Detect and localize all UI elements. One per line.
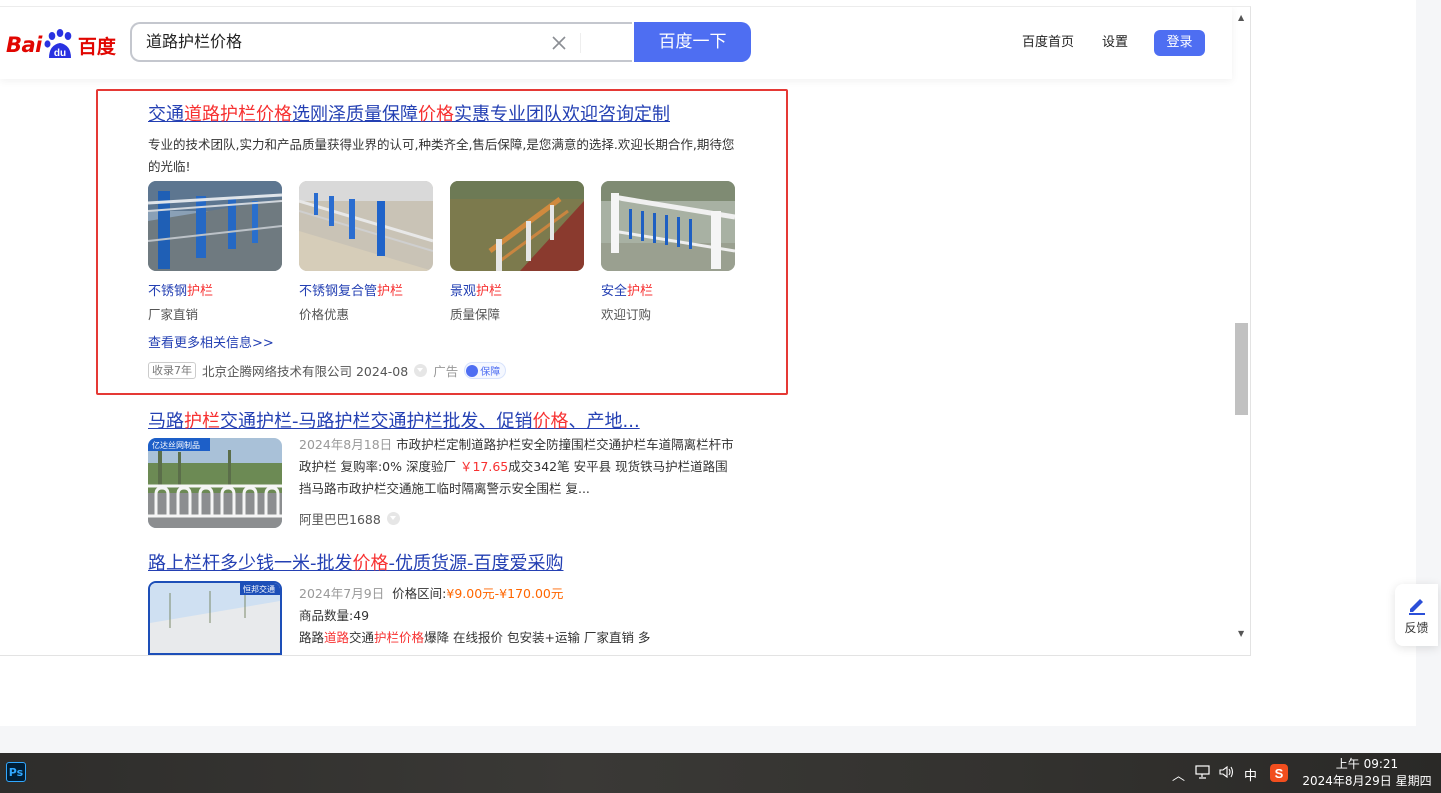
product-image-3[interactable]	[450, 181, 584, 271]
ad-description: 专业的技术团队,实力和产品质量获得业界的认可,种类齐全,售后保障,是您满意的选择…	[148, 137, 735, 174]
login-button[interactable]: 登录	[1154, 30, 1205, 56]
browser-page: Bai du 百度 道路护栏价格 百度一下 百度首页 设置 登录 交通道路护栏价…	[0, 0, 1438, 726]
svg-text:亿达丝网制品: 亿达丝网制品	[152, 440, 200, 450]
clear-icon[interactable]	[549, 33, 569, 53]
ad-result-title[interactable]: 交通道路护栏价格选刚泽质量保障价格实惠专业团队欢迎咨询定制	[148, 100, 670, 126]
ime-indicator[interactable]: 中	[1244, 765, 1257, 784]
search-results-frame: Bai du 百度 道路护栏价格 百度一下 百度首页 设置 登录 交通道路护栏价…	[0, 6, 1251, 656]
search-box: 道路护栏价格	[130, 22, 632, 62]
ad-label: 广告	[433, 364, 459, 379]
svg-text:S: S	[1275, 766, 1284, 781]
result-image-3[interactable]: 恒邦交通	[148, 581, 282, 655]
product-name-4[interactable]: 安全护栏	[601, 280, 653, 299]
logo-text-en: Bai	[6, 33, 42, 57]
result-title-2[interactable]: 马路护栏交通护栏-马路护栏交通护栏批发、促销价格、产地...	[148, 407, 640, 433]
scrollbar-thumb[interactable]	[1235, 323, 1248, 415]
chevron-down-icon[interactable]	[386, 512, 400, 525]
home-link[interactable]: 百度首页	[1022, 31, 1074, 50]
paw-icon: du	[43, 28, 77, 62]
logo-text-cn: 百度	[77, 35, 116, 58]
guarantee-badge[interactable]: 保障	[464, 362, 507, 379]
product-image-2[interactable]	[299, 181, 433, 271]
product-name-1[interactable]: 不锈钢护栏	[148, 280, 213, 299]
baidu-logo[interactable]: Bai du 百度	[6, 25, 116, 65]
product-sub-4: 欢迎订购	[601, 307, 652, 322]
check-icon	[466, 364, 479, 377]
feedback-label: 反馈	[1404, 621, 1429, 635]
photoshop-icon[interactable]: Ps	[6, 762, 26, 782]
scroll-up-arrow[interactable]: ▲	[1238, 13, 1244, 22]
volume-icon[interactable]	[1219, 765, 1235, 783]
result-source-2: 阿里巴巴1688	[299, 509, 400, 528]
search-header: Bai du 百度 道路护栏价格 百度一下 百度首页 设置 登录	[0, 7, 1232, 79]
svg-text:恒邦交通: 恒邦交通	[243, 584, 275, 594]
sogou-icon[interactable]: S	[1270, 764, 1288, 786]
chevron-up-icon[interactable]: ︿	[1172, 765, 1185, 784]
more-info-link[interactable]: 查看更多相关信息>>	[148, 332, 274, 351]
svg-text:du: du	[54, 48, 66, 59]
network-icon[interactable]	[1195, 765, 1211, 783]
ad-source-line: 收录7年 北京企腾网络技术有限公司 2024-08 广告 保障	[148, 361, 507, 380]
result-image-2[interactable]: 亿达丝网制品	[148, 438, 282, 528]
result-description-3: 2024年7月9日 价格区间:¥9.00元-¥170.00元 商品数量:49 路…	[299, 586, 651, 645]
result-title-3[interactable]: 路上栏杆多少钱一米-批发价格-优质货源-百度爱采购	[148, 549, 564, 575]
system-clock[interactable]: 上午 09:21 2024年8月29日 星期四	[1296, 756, 1438, 790]
product-image-1[interactable]	[148, 181, 282, 271]
product-sub-3: 质量保障	[450, 307, 501, 322]
product-name-3[interactable]: 景观护栏	[450, 280, 502, 299]
product-name-2[interactable]: 不锈钢复合管护栏	[299, 280, 403, 299]
search-input[interactable]: 道路护栏价格	[146, 24, 546, 60]
ad-company[interactable]: 北京企腾网络技术有限公司 2024-08	[202, 361, 408, 380]
divider	[580, 33, 581, 53]
result-description-2: 2024年8月18日 市政护栏定制道路护栏安全防撞围栏交通护栏车道隔离栏杆市政护…	[299, 437, 734, 496]
settings-link[interactable]: 设置	[1102, 31, 1128, 50]
taskbar: Ps ︿ 中 S 上午 09:21 2024年8月29日 星期四	[0, 753, 1441, 793]
product-image-4[interactable]	[601, 181, 735, 271]
chevron-down-icon[interactable]	[414, 364, 428, 377]
product-sub-1: 厂家直销	[148, 307, 199, 322]
product-sub-2: 价格优惠	[299, 307, 350, 322]
edit-icon	[1408, 599, 1425, 615]
feedback-button[interactable]: 反馈	[1395, 584, 1438, 646]
search-button[interactable]: 百度一下	[634, 22, 751, 62]
indexed-years-tag: 收录7年	[148, 362, 196, 379]
scroll-down-arrow[interactable]: ▼	[1238, 629, 1244, 638]
